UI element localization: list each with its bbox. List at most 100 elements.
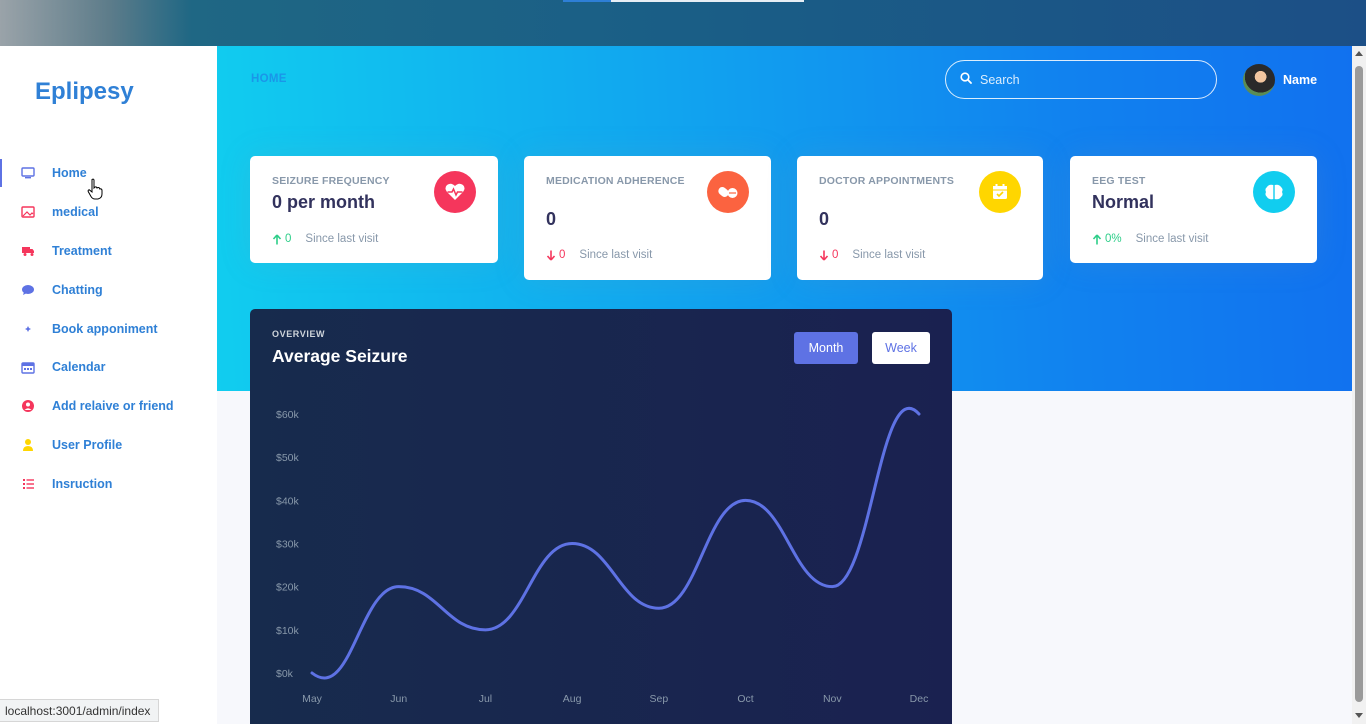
- calendar-check-icon: [979, 171, 1021, 213]
- sidebar-item-label: Insruction: [52, 476, 113, 491]
- card-title: EEG test: [1092, 175, 1146, 187]
- data-point[interactable]: [481, 626, 489, 634]
- scroll-up-arrow-icon[interactable]: [1355, 51, 1363, 56]
- brain-icon: [1253, 171, 1295, 213]
- scrollbar-thumb[interactable]: [1355, 66, 1363, 702]
- list-icon: [20, 476, 36, 492]
- brand-logo[interactable]: Eplipesy: [35, 78, 134, 106]
- x-tick-label: Dec: [910, 693, 929, 705]
- since-text: Since last visit: [305, 233, 379, 245]
- hand-cursor-icon: [87, 178, 103, 205]
- card-value: 0: [819, 209, 830, 229]
- user-name[interactable]: Name: [1283, 73, 1317, 87]
- sidebar-item-treatment[interactable]: Treatment: [0, 232, 217, 271]
- sidebar-item-calendar[interactable]: Calendar: [0, 348, 217, 387]
- delta-value: 0: [832, 249, 839, 261]
- sidebar-item-user-profile[interactable]: User Profile: [0, 426, 217, 465]
- x-tick-label: Jun: [390, 693, 407, 705]
- month-tab-button[interactable]: Month: [794, 332, 858, 364]
- arrow-up-icon: [272, 233, 282, 244]
- data-point[interactable]: [395, 583, 403, 591]
- y-tick-label: $40k: [276, 495, 300, 507]
- x-tick-label: Oct: [737, 693, 753, 705]
- sidebar-nav: Home medical Treatment Chatting Book app…: [0, 154, 217, 503]
- arrow-down-icon: [819, 250, 829, 261]
- since-text: Since last visit: [852, 249, 926, 261]
- sidebar-item-label: Home: [52, 166, 87, 181]
- card-footer: 0 Since last visit: [272, 233, 378, 245]
- arrow-down-icon: [546, 250, 556, 261]
- y-tick-label: $30k: [276, 539, 300, 551]
- delta-value: 0: [285, 233, 292, 245]
- pills-icon: [707, 171, 749, 213]
- sidebar-item-instruction[interactable]: Insruction: [0, 464, 217, 503]
- delta-value: 0%: [1105, 233, 1122, 245]
- series-line: [310, 407, 921, 680]
- x-tick-label: Aug: [563, 693, 582, 705]
- sidebar-item-book-appointment[interactable]: Book apponiment: [0, 309, 217, 348]
- user-icon: [20, 437, 36, 453]
- search-input[interactable]: [980, 72, 1200, 87]
- data-point[interactable]: [742, 496, 750, 504]
- y-tick-label: $60k: [276, 409, 300, 421]
- week-tab-button[interactable]: Week: [872, 332, 930, 364]
- sidebar-item-label: Book apponiment: [52, 321, 158, 336]
- stat-card-eeg: EEG test Normal 0% Since last visit: [1070, 156, 1317, 263]
- card-value: 0 per month: [272, 192, 376, 212]
- sidebar-item-label: User Profile: [52, 437, 123, 452]
- delta-value: 0: [559, 249, 566, 261]
- x-tick-label: Nov: [823, 693, 842, 705]
- since-text: Since last visit: [579, 249, 653, 261]
- line-chart: $0k $10k $20k $30k $40k $50k $60k May Jun Jul Aug S…: [276, 407, 929, 705]
- stat-card-medication: Medication adherence 0 0 Since last visi…: [524, 156, 771, 280]
- overview-label: OVERVIEW: [272, 329, 326, 339]
- since-text: Since last visit: [1135, 233, 1209, 245]
- card-title: Seizure frequency: [272, 175, 390, 187]
- x-tick-label: Sep: [650, 693, 669, 705]
- sidebar-item-label: Chatting: [52, 282, 103, 297]
- tab-highlight-2: [611, 0, 804, 2]
- scroll-down-arrow-icon[interactable]: [1355, 713, 1363, 718]
- page-scrollbar[interactable]: [1352, 46, 1366, 724]
- y-tick-label: $20k: [276, 582, 300, 594]
- search-icon: [960, 71, 972, 89]
- x-tick-label: May: [302, 693, 323, 705]
- sidebar-item-label: medical: [52, 205, 99, 220]
- card-footer: 0 Since last visit: [819, 249, 925, 261]
- sparkle-icon: [20, 321, 36, 337]
- avatar[interactable]: [1243, 64, 1275, 96]
- delta-down: 0: [819, 249, 838, 261]
- truck-icon: [20, 243, 36, 259]
- card-footer: 0 Since last visit: [546, 249, 652, 261]
- browser-status-bar: localhost:3001/admin/index: [0, 699, 160, 722]
- card-title: Doctor appointments: [819, 175, 955, 187]
- image-icon: [20, 204, 36, 220]
- sidebar-item-label: Treatment: [52, 243, 112, 258]
- data-point[interactable]: [308, 669, 316, 677]
- sidebar-item-home[interactable]: Home: [0, 154, 217, 193]
- delta-down: 0: [546, 249, 565, 261]
- sidebar-item-add-relative[interactable]: Add relaive or friend: [0, 387, 217, 426]
- x-tick-label: Jul: [479, 693, 492, 705]
- calendar-icon: [20, 359, 36, 375]
- search-box[interactable]: [945, 60, 1217, 99]
- y-tick-label: $10k: [276, 625, 300, 637]
- chart-title: Average Seizure: [272, 346, 408, 366]
- stat-card-appointments: Doctor appointments 0 0 Since last visit: [797, 156, 1043, 280]
- user-circle-icon: [20, 398, 36, 414]
- card-value: Normal: [1092, 192, 1155, 212]
- delta-up: 0: [272, 233, 291, 245]
- data-point[interactable]: [655, 604, 663, 612]
- data-point[interactable]: [915, 410, 923, 418]
- overview-chart-card: $0k $10k $20k $30k $40k $50k $60k May Jun Jul Aug S…: [250, 309, 952, 724]
- card-value: 0: [546, 209, 557, 229]
- monitor-icon: [20, 165, 36, 181]
- tab-highlight: [563, 0, 611, 2]
- sidebar-item-chatting[interactable]: Chatting: [0, 270, 217, 309]
- data-point[interactable]: [568, 540, 576, 548]
- sidebar-item-medical[interactable]: medical: [0, 193, 217, 232]
- data-point[interactable]: [828, 583, 836, 591]
- user-menu[interactable]: Name: [1243, 64, 1317, 96]
- breadcrumb[interactable]: HOME: [251, 73, 287, 85]
- chat-bubble-icon: [20, 282, 36, 298]
